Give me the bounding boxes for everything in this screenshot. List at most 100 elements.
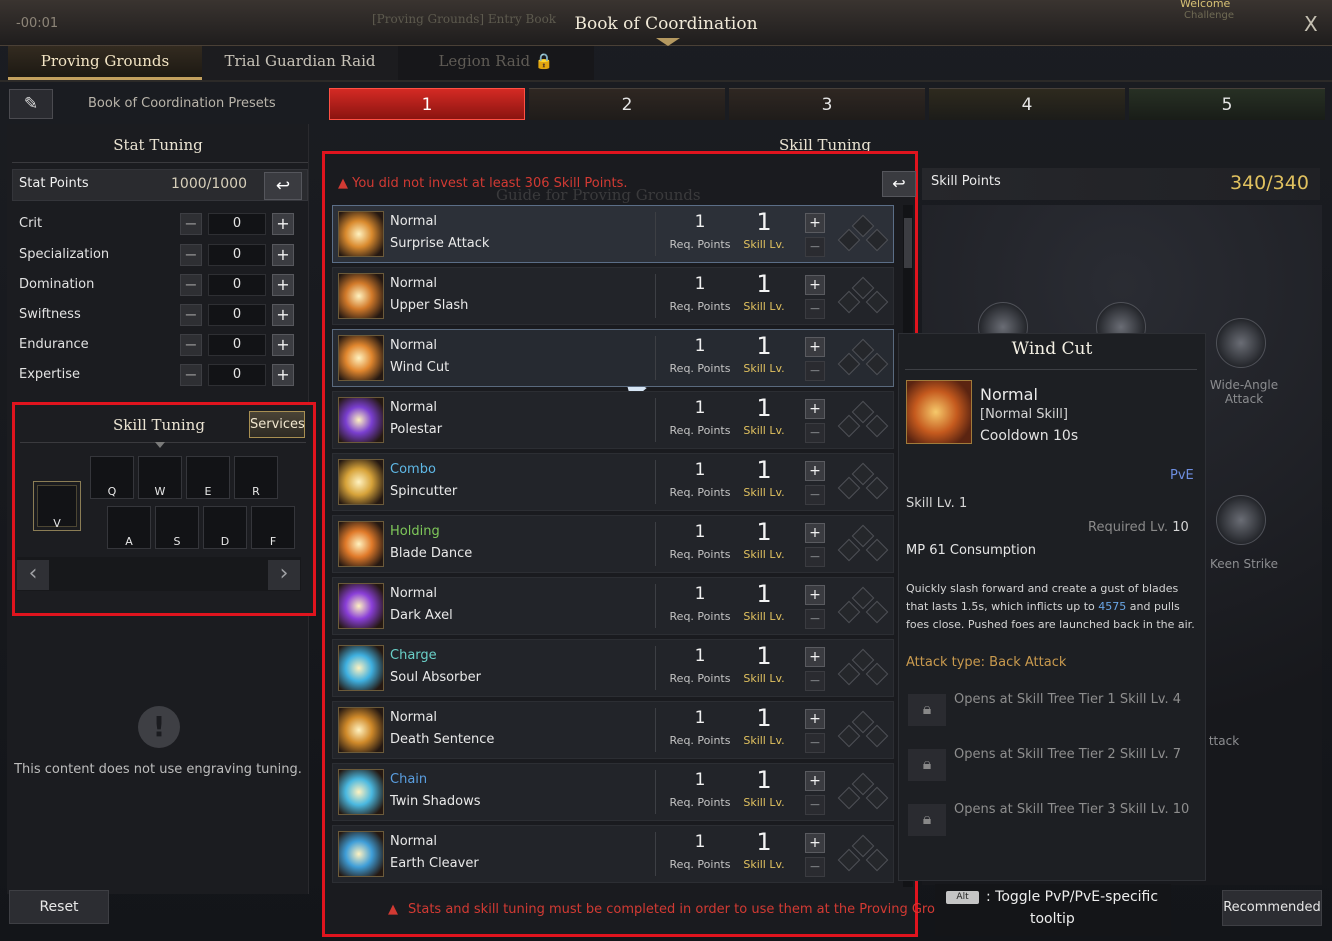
increase-level-button[interactable]: + bbox=[805, 461, 825, 481]
tripod-slots-icon[interactable] bbox=[833, 274, 893, 320]
skill-slot-s[interactable]: S bbox=[155, 506, 199, 549]
stat-reset-button[interactable]: ↩ bbox=[264, 172, 302, 200]
skill-slot-w[interactable]: W bbox=[138, 456, 182, 499]
tab-proving-grounds[interactable]: Proving Grounds bbox=[8, 46, 202, 80]
increase-level-button[interactable]: + bbox=[805, 399, 825, 419]
stat-value-field[interactable]: 0 bbox=[208, 334, 266, 356]
skill-slot-q[interactable]: Q bbox=[90, 456, 134, 499]
scrollbar-thumb[interactable] bbox=[904, 218, 912, 268]
tripod-slot-icon[interactable] bbox=[865, 414, 889, 438]
decrease-level-button[interactable]: − bbox=[805, 733, 825, 753]
increase-level-button[interactable]: + bbox=[805, 337, 825, 357]
preset-edit-button[interactable]: ✎ bbox=[9, 89, 53, 119]
tree-node-icon[interactable] bbox=[1216, 495, 1266, 545]
skill-row[interactable]: Chain Twin Shadows 1 Req. Points 1 Skill Lv. +… bbox=[332, 763, 894, 821]
tripod-slot-icon[interactable] bbox=[865, 476, 889, 500]
tripod-slots-icon[interactable] bbox=[833, 832, 893, 878]
skill-row[interactable]: Normal Death Sentence 1 Req. Points 1 Skill L… bbox=[332, 701, 894, 759]
stat-value-field[interactable]: 0 bbox=[208, 274, 266, 296]
skill-row[interactable]: Normal Dark Axel 1 Req. Points 1 Skill Lv. + − bbox=[332, 577, 894, 635]
increase-button[interactable]: + bbox=[272, 334, 294, 356]
increase-level-button[interactable]: + bbox=[805, 523, 825, 543]
chevron-right-icon[interactable]: › bbox=[268, 560, 300, 590]
decrease-level-button[interactable]: − bbox=[805, 423, 825, 443]
skill-slot-v[interactable]: V bbox=[33, 481, 81, 531]
increase-level-button[interactable]: + bbox=[805, 647, 825, 667]
preset-tab-1[interactable]: 1 bbox=[329, 88, 525, 120]
skill-row[interactable]: Normal Surprise Attack 1 Req. Points 1 Skill … bbox=[332, 205, 894, 263]
tab-trial-guardian-raid[interactable]: Trial Guardian Raid bbox=[202, 46, 398, 80]
tripod-slots-icon[interactable] bbox=[833, 460, 893, 506]
tripod-slots-icon[interactable] bbox=[833, 522, 893, 568]
decrease-level-button[interactable]: − bbox=[805, 609, 825, 629]
tripod-slots-icon[interactable] bbox=[833, 398, 893, 444]
tab-legion-raid[interactable]: Legion Raid 🔒 bbox=[398, 46, 594, 80]
skill-slot-r[interactable]: R bbox=[234, 456, 278, 499]
skill-slot-a[interactable]: A bbox=[107, 506, 151, 549]
tripod-slots-icon[interactable] bbox=[833, 336, 893, 382]
stat-value-field[interactable]: 0 bbox=[208, 244, 266, 266]
preset-tab-5[interactable]: 5 bbox=[1129, 88, 1325, 120]
increase-button[interactable]: + bbox=[272, 213, 294, 235]
services-button[interactable]: Services bbox=[249, 411, 305, 438]
recommended-button[interactable]: Recommended bbox=[1222, 890, 1322, 926]
decrease-button[interactable]: − bbox=[180, 274, 202, 296]
decrease-level-button[interactable]: − bbox=[805, 299, 825, 319]
skill-row[interactable]: Charge Soul Absorber 1 Req. Points 1 Skill Lv… bbox=[332, 639, 894, 697]
increase-button[interactable]: + bbox=[272, 304, 294, 326]
increase-button[interactable]: + bbox=[272, 244, 294, 266]
tripod-slots-icon[interactable] bbox=[833, 770, 893, 816]
increase-level-button[interactable]: + bbox=[805, 585, 825, 605]
tripod-slots-icon[interactable] bbox=[833, 584, 893, 630]
skill-row[interactable]: Combo Spincutter 1 Req. Points 1 Skill Lv. + − bbox=[332, 453, 894, 511]
decrease-level-button[interactable]: − bbox=[805, 795, 825, 815]
decrease-button[interactable]: − bbox=[180, 213, 202, 235]
decrease-level-button[interactable]: − bbox=[805, 485, 825, 505]
decrease-level-button[interactable]: − bbox=[805, 857, 825, 877]
decrease-button[interactable]: − bbox=[180, 304, 202, 326]
skill-slot-e[interactable]: E bbox=[186, 456, 230, 499]
decrease-level-button[interactable]: − bbox=[805, 671, 825, 691]
tripod-slot-icon[interactable] bbox=[865, 600, 889, 624]
skill-row[interactable]: Normal Wind Cut 1 Req. Points 1 Skill Lv. + − bbox=[332, 329, 894, 387]
tree-node-icon[interactable] bbox=[1216, 318, 1266, 368]
skill-slot-d[interactable]: D bbox=[203, 506, 247, 549]
increase-level-button[interactable]: + bbox=[805, 833, 825, 853]
increase-level-button[interactable]: + bbox=[805, 213, 825, 233]
preset-tab-2[interactable]: 2 bbox=[529, 88, 725, 120]
tripod-slots-icon[interactable] bbox=[833, 212, 893, 258]
tripod-slots-icon[interactable] bbox=[833, 646, 893, 692]
tripod-slot-icon[interactable] bbox=[865, 290, 889, 314]
skill-reset-button[interactable]: ↩ bbox=[882, 171, 916, 197]
tripod-slot-icon[interactable] bbox=[865, 538, 889, 562]
close-button[interactable]: X bbox=[1304, 12, 1318, 36]
stat-value-field[interactable]: 0 bbox=[208, 364, 266, 386]
decrease-level-button[interactable]: − bbox=[805, 547, 825, 567]
tripod-slot-icon[interactable] bbox=[865, 662, 889, 686]
tripod-slot-icon[interactable] bbox=[865, 786, 889, 810]
increase-button[interactable]: + bbox=[272, 274, 294, 296]
preset-tab-4[interactable]: 4 bbox=[929, 88, 1125, 120]
decrease-button[interactable]: − bbox=[180, 244, 202, 266]
stat-value-field[interactable]: 0 bbox=[208, 213, 266, 235]
decrease-button[interactable]: − bbox=[180, 334, 202, 356]
skill-slot-f[interactable]: F bbox=[251, 506, 295, 549]
tripod-slots-icon[interactable] bbox=[833, 708, 893, 754]
increase-level-button[interactable]: + bbox=[805, 771, 825, 791]
skill-row[interactable]: Normal Polestar 1 Req. Points 1 Skill Lv. + − bbox=[332, 391, 894, 449]
stat-value-field[interactable]: 0 bbox=[208, 304, 266, 326]
skill-row[interactable]: Normal Earth Cleaver 1 Req. Points 1 Skill Lv… bbox=[332, 825, 894, 883]
increase-level-button[interactable]: + bbox=[805, 275, 825, 295]
tripod-slot-icon[interactable] bbox=[865, 848, 889, 872]
decrease-level-button[interactable]: − bbox=[805, 237, 825, 257]
chevron-left-icon[interactable]: ‹ bbox=[17, 560, 49, 590]
tripod-slot-icon[interactable] bbox=[865, 352, 889, 376]
preset-tab-3[interactable]: 3 bbox=[729, 88, 925, 120]
skill-row[interactable]: Holding Blade Dance 1 Req. Points 1 Skill Lv.… bbox=[332, 515, 894, 573]
decrease-button[interactable]: − bbox=[180, 364, 202, 386]
increase-level-button[interactable]: + bbox=[805, 709, 825, 729]
tripod-slot-icon[interactable] bbox=[865, 228, 889, 252]
increase-button[interactable]: + bbox=[272, 364, 294, 386]
decrease-level-button[interactable]: − bbox=[805, 361, 825, 381]
skill-row[interactable]: Normal Upper Slash 1 Req. Points 1 Skill Lv. +… bbox=[332, 267, 894, 325]
